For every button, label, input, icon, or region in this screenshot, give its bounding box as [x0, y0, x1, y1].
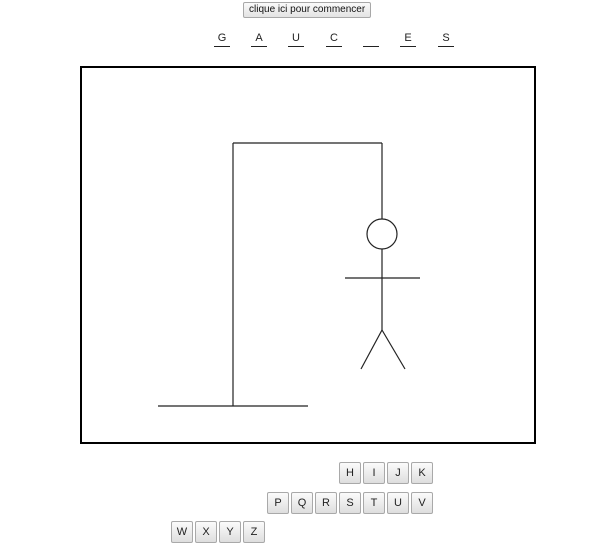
key-button[interactable]: J [387, 462, 409, 484]
key-button[interactable]: I [363, 462, 385, 484]
start-button[interactable]: clique ici pour commencer [243, 2, 372, 18]
key-button[interactable]: H [339, 462, 361, 484]
letter-slot [363, 32, 379, 47]
key-button[interactable]: Y [219, 521, 241, 543]
letter-slot: S [438, 32, 454, 47]
key-button[interactable]: K [411, 462, 433, 484]
key-button[interactable]: Q [291, 492, 313, 514]
key-button[interactable]: U [387, 492, 409, 514]
hangman-canvas [80, 66, 536, 444]
letter-slot: A [251, 32, 267, 47]
key-button[interactable]: Z [243, 521, 265, 543]
hangman-drawing [158, 142, 420, 407]
letter-slot: C [326, 32, 342, 47]
key-button[interactable]: R [315, 492, 337, 514]
key-button[interactable]: W [171, 521, 193, 543]
hangman-head [366, 218, 398, 250]
letter-slot: E [400, 32, 416, 47]
key-button[interactable]: P [267, 492, 289, 514]
hangman-game: clique ici pour commencer G A U C E S H [0, 0, 589, 549]
key-button[interactable]: V [411, 492, 433, 514]
key-button[interactable]: S [339, 492, 361, 514]
key-button[interactable]: T [363, 492, 385, 514]
hangman-left-leg [360, 329, 383, 370]
hangman-right-leg [381, 329, 406, 370]
key-button[interactable]: X [195, 521, 217, 543]
letter-slot: G [214, 32, 230, 47]
letter-slot: U [288, 32, 304, 47]
